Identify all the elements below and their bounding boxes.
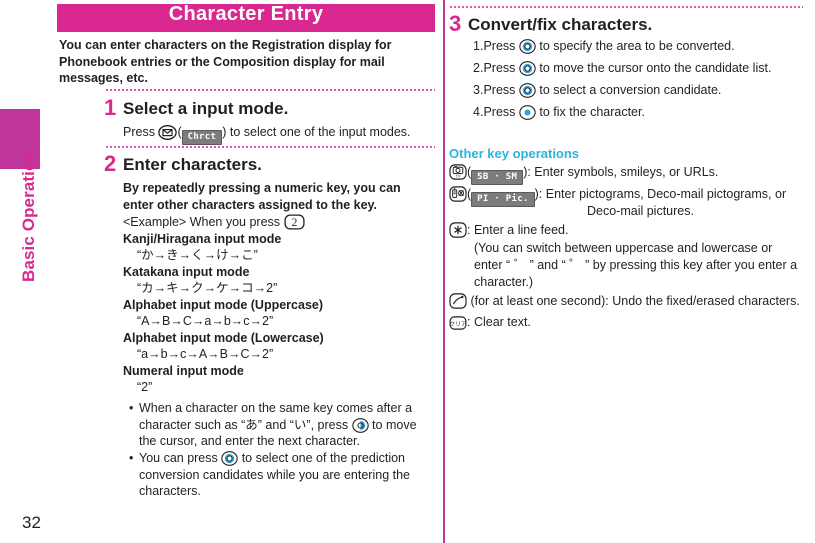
mode-3-label: Alphabet input mode (Lowercase) [123, 331, 324, 345]
step-1-body: Press (Chrct) to select one of the input… [123, 124, 423, 145]
svg-text:クリア: クリア [449, 321, 467, 328]
svg-text:2: 2 [291, 217, 297, 229]
softkey-sb-sm: SB · SM [471, 170, 524, 185]
op-5-text: : Clear text. [467, 315, 531, 329]
chapter-intro: You can enter characters on the Registra… [59, 38, 392, 85]
mail-key-icon [158, 125, 178, 140]
mode-4-value: “2” [137, 380, 153, 394]
mode-2-label: Alphabet input mode (Uppercase) [123, 298, 324, 312]
step-2-example: <Example> When you press 2 [123, 214, 433, 231]
mode-0-value: “か→き→く→け→こ” [137, 248, 258, 262]
item-1-pre: Press [483, 39, 519, 53]
bullet-dot-1: • [129, 401, 134, 415]
column-divider [443, 0, 445, 543]
other-key-operations-heading: Other key operations [449, 146, 580, 161]
step-2-bullet-2: You can press to select one of the predi… [139, 450, 437, 500]
softkey-chrct: Chrct [181, 130, 223, 145]
clear-key-icon: クリア [449, 316, 467, 330]
page-number: 32 [22, 513, 41, 532]
step-1-number: 1 [104, 95, 117, 120]
svg-text:TV: TV [456, 175, 461, 179]
item-2-post: to move the cursor onto the candidate li… [535, 61, 772, 75]
softkey-pi-pic: PI · Pic. [471, 192, 535, 207]
mode-1-value: “カ→キ→ク→ケ→コ→2” [137, 281, 278, 295]
op-3-sub-2: enter “ ゛ ” and “ ゜ ” by pressing this k… [474, 258, 798, 272]
right-column: 3 Convert/fix characters. 1.Press to spe… [447, 0, 815, 543]
op-item-1: TV(SB · SM): Enter symbols, smileys, or … [449, 164, 809, 185]
item-1-marker: 1. [473, 39, 484, 53]
item-4-pre: Press [483, 105, 519, 119]
step-1-body-pre: Press [123, 125, 159, 139]
bullet-dot-2: • [129, 451, 134, 465]
op-2-text: ): Enter pictograms, Deco-mail pictogram… [534, 187, 787, 201]
divider-rule-3 [449, 6, 803, 8]
bullet-2-pre: You can press [139, 451, 222, 465]
step-1-body-post: to select one of the input modes. [226, 125, 411, 139]
list-item: 3.Press to select a conversion candidate… [473, 79, 813, 101]
step-3-heading: Convert/fix characters. [468, 15, 653, 34]
step-2-bullet-1: When a character on the same key comes a… [139, 400, 437, 450]
op-item-3: : Enter a line feed. [449, 222, 809, 239]
item-3-pre: Press [483, 83, 519, 97]
op-1-text: ): Enter symbols, smileys, or URLs. [523, 165, 719, 179]
mode-3-value: “a→b→c→A→B→C→2” [137, 347, 274, 361]
divider-rule-1 [105, 89, 435, 91]
left-column: Character Entry You can enter characters… [57, 0, 442, 543]
step-2-intro: By repeatedly pressing a numeric key, yo… [123, 181, 401, 212]
op-3-sub-3: character.) [474, 275, 534, 289]
item-4-post: to fix the character. [535, 105, 645, 119]
nav-key-right-icon [351, 417, 369, 433]
step-2-heading: Enter characters. [123, 155, 262, 174]
step-2-number: 2 [104, 151, 117, 176]
op-4-text: (for at least one second): Undo the fixe… [467, 294, 800, 308]
item-4-marker: 4. [473, 105, 484, 119]
step-2-example-pre: <Example> When you press [123, 215, 284, 229]
op-2-text2: Deco-mail pictures. [587, 204, 694, 218]
mode-0-label: Kanji/Hiragana input mode [123, 232, 282, 246]
op-item-5: クリア: Clear text. [449, 314, 809, 331]
pictogram-key-icon [449, 186, 467, 202]
side-tab-label: Basic Operation [19, 150, 38, 282]
nav-key-updown-icon [519, 61, 536, 76]
item-2-marker: 2. [473, 61, 484, 75]
nav-key-all-icon [519, 83, 536, 98]
item-3-marker: 3. [473, 83, 484, 97]
item-2-pre: Press [483, 61, 519, 75]
mode-2-value: “A→B→C→a→b→c→2” [137, 314, 274, 328]
item-1-post: to specify the area to be converted. [535, 39, 735, 53]
list-item: 2.Press to move the cursor onto the cand… [473, 57, 813, 79]
list-item: 4.Press to fix the character. [473, 101, 813, 123]
step-3-numbered-list: 1.Press to specify the area to be conver… [473, 35, 813, 123]
call-key-icon [449, 293, 467, 309]
nav-key-leftright-icon [519, 39, 536, 54]
nav-key-updown-icon [221, 451, 238, 466]
op-3-text: : Enter a line feed. [467, 223, 569, 237]
list-item: 1.Press to specify the area to be conver… [473, 35, 813, 57]
mode-1-label: Katakana input mode [123, 265, 250, 279]
mode-4-label: Numeral input mode [123, 364, 244, 378]
divider-rule-2 [105, 146, 435, 148]
page-title: Character Entry [168, 3, 324, 25]
camera-tv-key-icon: TV [449, 164, 467, 180]
item-3-post: to select a conversion candidate. [535, 83, 722, 97]
op-item-4: (for at least one second): Undo the fixe… [449, 293, 815, 310]
op-3-sub-1: (You can switch between uppercase and lo… [474, 241, 773, 255]
asterisk-key-icon [449, 222, 467, 238]
nav-key-center-icon [519, 105, 536, 120]
step-1-heading: Select a input mode. [123, 99, 289, 118]
step-3-number: 3 [449, 11, 462, 36]
numeric-key-2-icon: 2 [283, 214, 305, 230]
